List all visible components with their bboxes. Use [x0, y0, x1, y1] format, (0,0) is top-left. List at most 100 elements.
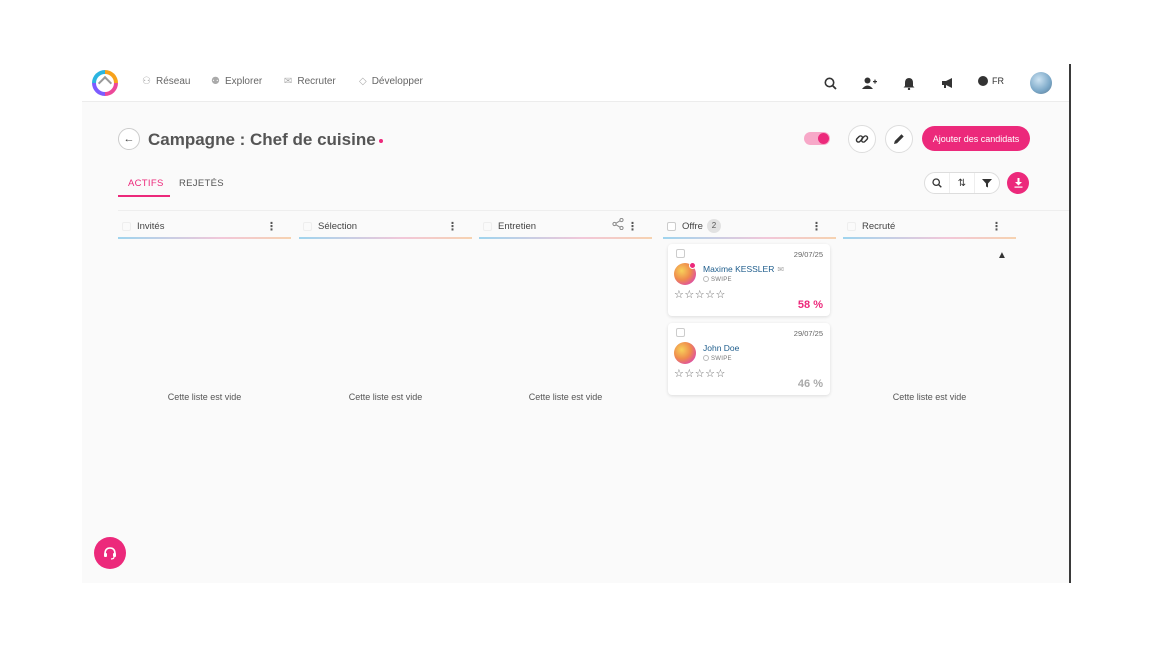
column-title: Sélection [318, 220, 358, 232]
status-dot-icon [378, 139, 383, 143]
candidate-name[interactable]: John Doe [703, 343, 739, 353]
empty-list-text: Cette liste est vide [167, 392, 242, 402]
download-button[interactable] [1007, 172, 1029, 194]
notification-badge [689, 262, 696, 269]
more-vertical-icon[interactable]: ⋮ [811, 220, 822, 233]
globe-icon [978, 76, 988, 86]
nav-item-label: Réseau [155, 76, 191, 87]
column-header: Entretien ⋮ [479, 214, 652, 238]
empty-list-text: Cette liste est vide [892, 392, 967, 402]
column-checkbox[interactable] [847, 221, 856, 231]
more-vertical-icon[interactable]: ⋮ [266, 220, 277, 233]
rating-stars[interactable]: ☆☆☆☆☆ [674, 288, 726, 301]
match-score: 58 % [797, 299, 823, 311]
add-candidates-button[interactable]: Ajouter des candidats [922, 126, 1030, 151]
column-header: Recruté ⋮ [843, 214, 1016, 238]
nav-item-developper[interactable]: ◇ Développer [359, 76, 423, 87]
window-edge-divider [1069, 64, 1071, 583]
search-icon[interactable] [820, 73, 840, 93]
match-score: 46 % [797, 378, 823, 390]
divider [118, 210, 1070, 211]
diamond-icon: ◇ [359, 76, 367, 87]
nav-item-reseau[interactable]: ⚇ Réseau [142, 76, 190, 87]
rating-stars[interactable]: ☆☆☆☆☆ [674, 367, 726, 380]
pencil-icon [894, 134, 904, 144]
column-checkbox[interactable] [122, 221, 131, 231]
column-title: Entretien [498, 220, 537, 232]
edit-button[interactable] [885, 125, 913, 153]
tab-actifs[interactable]: ACTIFS [128, 178, 164, 189]
column-title: Recruté [862, 220, 896, 232]
card-date: 29/07/25 [793, 250, 823, 259]
mail-icon: ✉ [777, 265, 785, 274]
nav-item-recruter[interactable]: ✉ Recruter [284, 76, 336, 87]
page-title: Campagne : Chef de cuisine [148, 130, 383, 150]
share-icon[interactable] [612, 217, 624, 233]
column-underline [843, 237, 1016, 239]
language-label: FR [992, 76, 1004, 86]
filter-icon[interactable] [975, 173, 999, 193]
network-icon: ⚇ [142, 76, 151, 87]
nav-item-label: Développer [371, 76, 423, 87]
download-icon [1014, 178, 1022, 188]
tab-rejetes[interactable]: REJETÉS [179, 178, 224, 189]
candidate-source-text: SWIPE [711, 277, 732, 283]
card-checkbox[interactable] [676, 249, 685, 258]
column-title: Offre [682, 220, 703, 232]
column-checkbox[interactable] [303, 221, 312, 231]
sort-icon[interactable]: ⇅ [950, 173, 975, 193]
column-header: Offre 2 ⋮ [663, 214, 836, 238]
column-underline [299, 237, 472, 239]
column-checkbox[interactable] [483, 221, 492, 231]
board-toolbar: ⇅ [924, 172, 1000, 194]
column-underline [118, 237, 291, 239]
more-vertical-icon[interactable]: ⋮ [447, 220, 458, 233]
support-button[interactable] [94, 537, 126, 569]
page-title-text: Campagne : Chef de cuisine [148, 130, 376, 149]
add-user-icon[interactable] [859, 73, 879, 93]
megaphone-icon[interactable] [938, 73, 958, 93]
column-selection: Sélection ⋮ Cette liste est vide [299, 214, 472, 554]
more-vertical-icon[interactable]: ⋮ [991, 220, 1002, 233]
column-entretien: Entretien ⋮ Cette liste est vide [479, 214, 652, 554]
language-selector[interactable]: FR [978, 76, 1004, 86]
column-underline [479, 237, 652, 239]
column-header: Invités ⋮ [118, 214, 291, 238]
candidate-source: SWIPE [703, 276, 732, 283]
top-navigation: ⚇ Réseau ⚉ Explorer ✉ Recruter ◇ Dévelop… [82, 64, 1070, 102]
candidate-name-text: John Doe [703, 343, 740, 353]
arrow-left-icon: ← [123, 133, 135, 145]
search-icon[interactable] [925, 173, 950, 193]
candidate-avatar [674, 342, 696, 364]
campaign-toggle[interactable] [804, 132, 830, 145]
people-icon: ⚉ [211, 76, 220, 87]
candidate-name[interactable]: Maxime KESSLER ✉ [703, 264, 784, 274]
active-tab-indicator [118, 195, 170, 197]
link-button[interactable] [848, 125, 876, 153]
more-vertical-icon[interactable]: ⋮ [627, 220, 638, 233]
column-title: Invités [137, 220, 165, 232]
handshake-icon: ✉ [284, 76, 293, 87]
column-header: Sélection ⋮ [299, 214, 472, 238]
link-icon [855, 135, 869, 143]
app-window: ⚇ Réseau ⚉ Explorer ✉ Recruter ◇ Dévelop… [82, 64, 1070, 583]
candidate-source: SWIPE [703, 355, 732, 362]
column-invites: Invités ⋮ Cette liste est vide [118, 214, 291, 554]
card-date: 29/07/25 [793, 329, 823, 338]
source-icon [703, 355, 709, 361]
bell-icon[interactable] [899, 73, 919, 93]
nav-item-explorer[interactable]: ⚉ Explorer [211, 76, 262, 87]
column-checkbox[interactable] [667, 221, 676, 231]
candidate-card[interactable]: 29/07/25 John Doe SWIPE ☆☆☆☆☆ 46 % [668, 323, 830, 395]
candidate-card[interactable]: 29/07/25 Maxime KESSLER ✉ SWIPE ☆☆☆☆☆ 58 … [668, 244, 830, 316]
candidate-source-text: SWIPE [711, 356, 732, 362]
empty-list-text: Cette liste est vide [348, 392, 423, 402]
nav-item-label: Recruter [297, 76, 336, 87]
logo-icon[interactable] [92, 70, 118, 96]
column-count-badge: 2 [706, 219, 721, 233]
back-button[interactable]: ← [118, 128, 140, 150]
column-underline [663, 237, 836, 239]
user-avatar[interactable] [1030, 72, 1052, 94]
candidate-name-text: Maxime KESSLER [703, 264, 775, 274]
card-checkbox[interactable] [676, 328, 685, 337]
